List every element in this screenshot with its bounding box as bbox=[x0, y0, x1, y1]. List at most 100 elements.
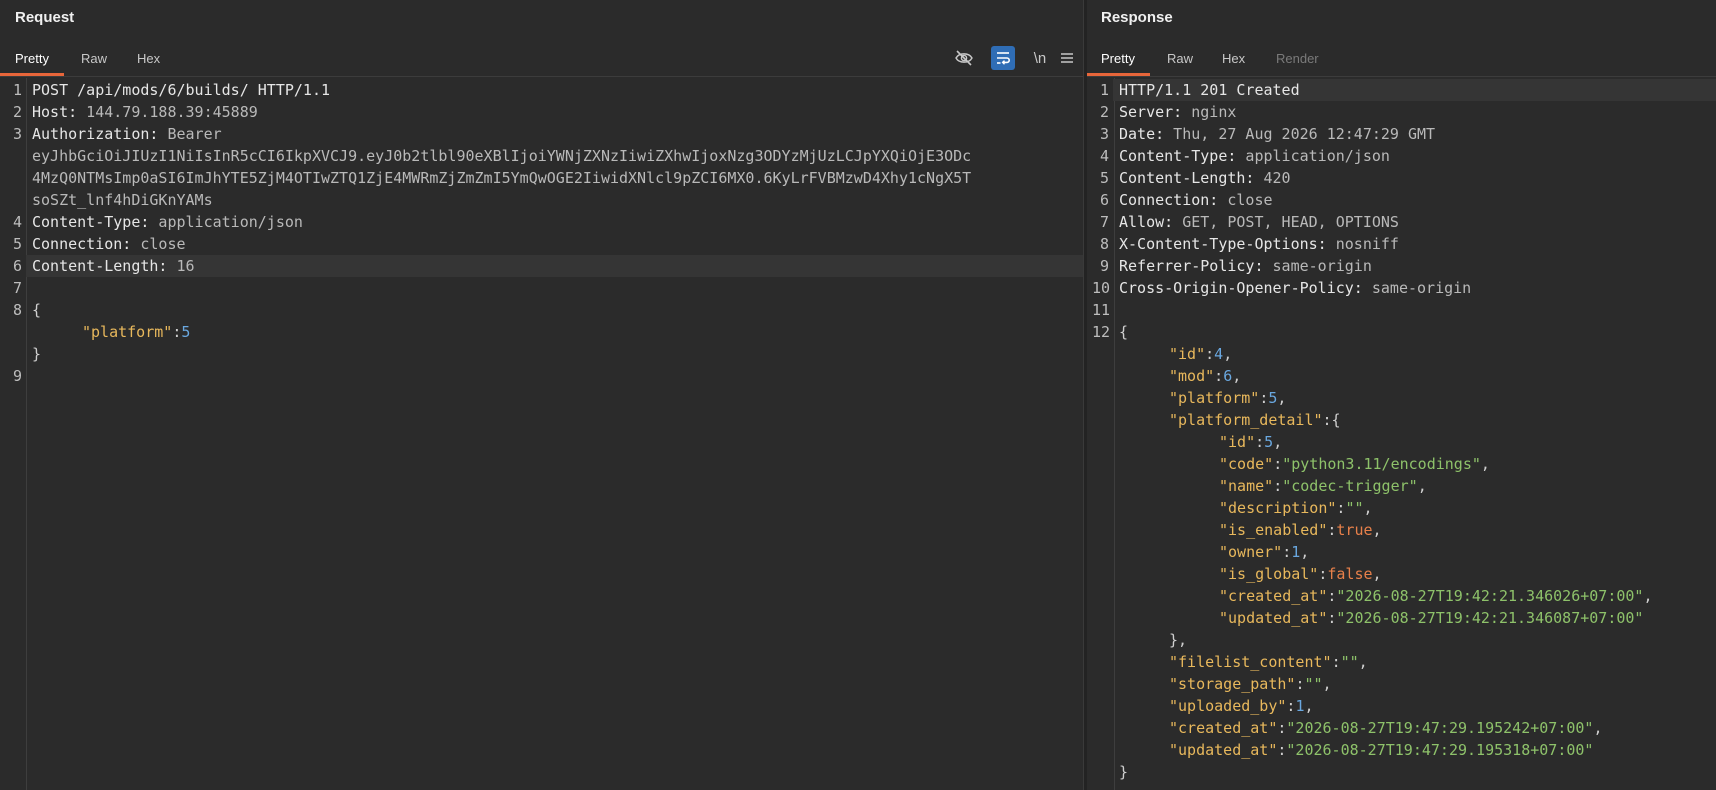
response-line: "created_at":"2026-08-27T19:42:21.346026… bbox=[1219, 587, 1653, 605]
header-value: Thu, 27 Aug 2026 12:47:29 GMT bbox=[1164, 125, 1436, 143]
header-value: application/json bbox=[149, 213, 303, 231]
header-value: 144.79.188.39:45889 bbox=[77, 103, 258, 121]
header-value: Bearer bbox=[158, 125, 222, 143]
tab-hex[interactable]: Hex bbox=[137, 44, 160, 76]
request-line: Connection: close bbox=[32, 233, 1083, 255]
line-number: 2 bbox=[12, 103, 22, 121]
json-key: "id" bbox=[1219, 433, 1256, 451]
header-value: same-origin bbox=[1263, 257, 1372, 275]
hide-icon[interactable] bbox=[952, 46, 976, 70]
tab-hex[interactable]: Hex bbox=[1222, 44, 1245, 76]
line-number: 4 bbox=[12, 213, 22, 231]
response-line: "name":"codec-trigger", bbox=[1219, 477, 1427, 495]
header-name: Server: bbox=[1119, 103, 1183, 121]
header-value: application/json bbox=[1236, 147, 1390, 165]
request-line: eyJhbGciOiJIUzI1NiIsInR5cCI6IkpXVCJ9.eyJ… bbox=[32, 145, 1083, 167]
header-value: 16 bbox=[167, 257, 195, 275]
newline-icon[interactable]: \n bbox=[1028, 46, 1052, 70]
header-value: close bbox=[1218, 191, 1273, 209]
response-line: Server: nginx bbox=[1119, 101, 1716, 123]
header-value: 420 bbox=[1254, 169, 1291, 187]
request-line: } bbox=[32, 343, 1083, 365]
response-line: "code":"python3.11/encodings", bbox=[1219, 455, 1490, 473]
response-line: Cross-Origin-Opener-Policy: same-origin bbox=[1119, 277, 1716, 299]
request-code: POST /api/mods/6/builds/ HTTP/1.1 Host: … bbox=[26, 78, 1083, 790]
response-line: X-Content-Type-Options: nosniff bbox=[1119, 233, 1716, 255]
json-key: "is_global" bbox=[1219, 565, 1319, 583]
response-line-highlighted: HTTP/1.1 201 Created bbox=[1113, 79, 1716, 101]
response-line: } bbox=[1119, 763, 1129, 781]
json-key: "is_enabled" bbox=[1219, 521, 1328, 539]
request-line: "platform":5 bbox=[82, 323, 191, 341]
line-number: 4 bbox=[1099, 147, 1109, 165]
json-key: "platform" bbox=[1169, 389, 1260, 407]
line-number: 3 bbox=[12, 125, 22, 143]
response-gutter: 1 2 3 4 5 6 7 8 9 10 11 12 bbox=[1087, 78, 1115, 790]
header-name: Content-Type: bbox=[1119, 147, 1237, 165]
request-tabs: Pretty Raw Hex bbox=[0, 44, 1083, 77]
json-key: "owner" bbox=[1219, 543, 1283, 561]
json-string: "2026-08-27T19:47:29.195242+07:00" bbox=[1286, 719, 1594, 737]
request-line: Content-Type: application/json bbox=[32, 211, 1083, 233]
json-key: "platform_detail" bbox=[1169, 411, 1323, 429]
token-text: soSZt_lnf4hDiGKnYAMs bbox=[32, 191, 213, 209]
response-editor[interactable]: 1 2 3 4 5 6 7 8 9 10 11 12 HTTP/1.1 201 … bbox=[1087, 78, 1716, 790]
json-number: 1 bbox=[1291, 543, 1301, 561]
response-line: "storage_path":"", bbox=[1169, 675, 1332, 693]
tab-raw[interactable]: Raw bbox=[81, 44, 107, 76]
json-brace: { bbox=[32, 301, 42, 319]
response-line: "uploaded_by":1, bbox=[1169, 697, 1314, 715]
request-line: POST /api/mods/6/builds/ HTTP/1.1 bbox=[32, 79, 1083, 101]
response-line: "mod":6, bbox=[1169, 367, 1242, 385]
json-key: "updated_at" bbox=[1219, 609, 1328, 627]
line-number: 9 bbox=[1099, 257, 1109, 275]
response-line: Date: Thu, 27 Aug 2026 12:47:29 GMT bbox=[1119, 123, 1716, 145]
request-line-highlighted: Content-Length: 16 bbox=[26, 255, 1083, 277]
header-name: Connection: bbox=[32, 235, 132, 253]
line-number: 1 bbox=[12, 81, 22, 99]
header-name: Content-Type: bbox=[32, 213, 150, 231]
response-line: Connection: close bbox=[1119, 189, 1716, 211]
response-line: "is_global":false, bbox=[1219, 565, 1382, 583]
json-string: "2026-08-27T19:42:21.346026+07:00" bbox=[1336, 587, 1644, 605]
json-string: "2026-08-27T19:42:21.346087+07:00" bbox=[1336, 609, 1644, 627]
tab-pretty[interactable]: Pretty bbox=[1087, 44, 1150, 76]
json-number: 5 bbox=[181, 323, 191, 341]
response-line: "created_at":"2026-08-27T19:47:29.195242… bbox=[1169, 719, 1603, 737]
json-key: "storage_path" bbox=[1169, 675, 1296, 693]
response-line: "updated_at":"2026-08-27T19:47:29.195318… bbox=[1169, 741, 1594, 759]
tab-pretty[interactable]: Pretty bbox=[0, 44, 64, 76]
response-line: "platform":5, bbox=[1169, 389, 1287, 407]
request-title: Request bbox=[15, 9, 75, 26]
line-number: 10 bbox=[1091, 279, 1110, 297]
header-name: Allow: bbox=[1119, 213, 1174, 231]
request-line: 4MzQ0NTMsImp0aSI6ImJhYTE5ZjM4OTIwZTQ1ZjE… bbox=[32, 167, 1083, 189]
json-string: "2026-08-27T19:47:29.195318+07:00" bbox=[1286, 741, 1594, 759]
line-number: 7 bbox=[1099, 213, 1109, 231]
line-number: 8 bbox=[1099, 235, 1109, 253]
response-line: }, bbox=[1169, 631, 1188, 649]
request-gutter: 1 2 3 4 5 6 7 8 9 bbox=[0, 78, 27, 790]
header-name: Content-Length: bbox=[1119, 169, 1255, 187]
request-editor[interactable]: 1 2 3 4 5 6 7 8 9 POST /api/mods/6/build… bbox=[0, 78, 1083, 790]
response-line: "filelist_content":"", bbox=[1169, 653, 1368, 671]
wrap-icon[interactable] bbox=[991, 46, 1015, 70]
response-title: Response bbox=[1101, 9, 1173, 26]
header-name: Authorization: bbox=[32, 125, 159, 143]
response-line: Content-Length: 420 bbox=[1119, 167, 1716, 189]
header-name: Referrer-Policy: bbox=[1119, 257, 1264, 275]
json-key: "name" bbox=[1219, 477, 1274, 495]
header-name: Connection: bbox=[1119, 191, 1219, 209]
header-value: same-origin bbox=[1362, 279, 1472, 297]
request-start-line: POST /api/mods/6/builds/ HTTP/1.1 bbox=[32, 81, 331, 99]
request-line: { bbox=[32, 299, 1083, 321]
json-brace: } bbox=[32, 345, 42, 363]
response-line: "platform_detail":{ bbox=[1169, 411, 1341, 429]
request-line: Host: 144.79.188.39:45889 bbox=[32, 101, 1083, 123]
token-text: eyJhbGciOiJIUzI1NiIsInR5cCI6IkpXVCJ9.eyJ… bbox=[32, 147, 972, 165]
json-boolean: true bbox=[1336, 521, 1373, 539]
token-text: 4MzQ0NTMsImp0aSI6ImJhYTE5ZjM4OTIwZTQ1ZjE… bbox=[32, 169, 972, 187]
tab-raw[interactable]: Raw bbox=[1167, 44, 1193, 76]
menu-icon[interactable] bbox=[1055, 46, 1079, 70]
json-key: "created_at" bbox=[1169, 719, 1278, 737]
